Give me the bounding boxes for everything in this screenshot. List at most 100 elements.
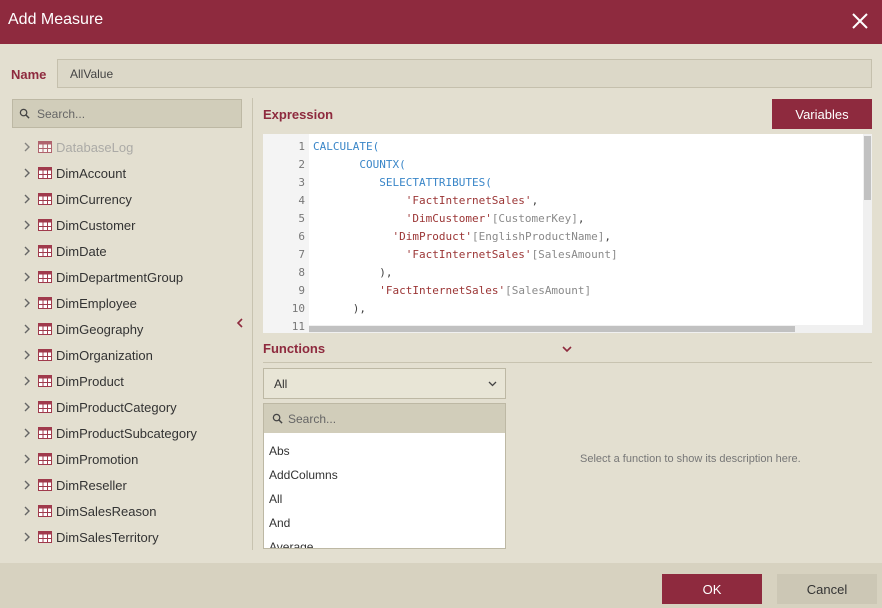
- chevron-right-icon[interactable]: [20, 368, 34, 394]
- code-token: ,: [577, 212, 585, 225]
- code-token: 'DimProduct': [392, 230, 472, 243]
- function-search-box[interactable]: [264, 404, 505, 433]
- tree-item-label: DimProduct: [56, 373, 124, 389]
- ok-button[interactable]: OK: [662, 574, 762, 604]
- tree-item[interactable]: DimReseller: [20, 472, 248, 498]
- dropdown-arrow-icon: [488, 381, 497, 387]
- table-search-input[interactable]: [37, 100, 237, 127]
- tree-item[interactable]: DimPromotion: [20, 446, 248, 472]
- tree-item[interactable]: DimCustomer: [20, 212, 248, 238]
- function-category-value: All: [274, 377, 288, 391]
- code-text: 'FactInternetSales'[SalesAmount]: [313, 282, 591, 300]
- chevron-right-icon[interactable]: [20, 420, 34, 446]
- functions-divider: [263, 362, 872, 363]
- code-text: 'FactInternetSales',: [313, 192, 538, 210]
- chevron-right-icon[interactable]: [20, 394, 34, 420]
- tree-item[interactable]: DimGeography: [20, 316, 248, 342]
- tree-item[interactable]: DimProductCategory: [20, 394, 248, 420]
- code-text: COUNTX(: [313, 156, 405, 174]
- close-icon[interactable]: [848, 9, 872, 33]
- code-token: COUNTX: [359, 158, 400, 171]
- tree-item-label: DimPromotion: [56, 451, 139, 467]
- code-text: ),: [313, 264, 392, 282]
- code-text: 'DimCustomer'[CustomerKey],: [313, 210, 585, 228]
- tree-item[interactable]: DimAccount: [20, 160, 248, 186]
- table-search-box[interactable]: [12, 99, 242, 128]
- code-line: 5 'DimCustomer'[CustomerKey],: [263, 210, 863, 228]
- variables-button[interactable]: Variables: [772, 99, 872, 129]
- tree-item[interactable]: DimDepartmentGroup: [20, 264, 248, 290]
- panel-divider: [252, 98, 253, 550]
- code-token: 'FactInternetSales': [405, 248, 532, 261]
- line-number: 2: [298, 158, 305, 171]
- expression-editor[interactable]: 1 CALCULATE(2 COUNTX(3 SELECTATTRIBUTES(4…: [263, 134, 872, 333]
- code-token: ,: [531, 194, 539, 207]
- cancel-button[interactable]: Cancel: [777, 574, 877, 604]
- code-line: 7 'FactInternetSales'[SalesAmount]: [263, 246, 863, 264]
- chevron-left-icon[interactable]: [234, 316, 246, 330]
- line-number: 11: [291, 320, 305, 333]
- function-item[interactable]: Abs: [264, 439, 505, 463]
- table-icon: [38, 141, 52, 153]
- dialog-title-bar: Add Measure: [0, 0, 882, 44]
- tree-item[interactable]: DimSalesTerritory: [20, 524, 248, 550]
- function-search-input[interactable]: [288, 404, 498, 433]
- chevron-right-icon[interactable]: [20, 342, 34, 368]
- chevron-down-icon[interactable]: [561, 344, 573, 354]
- tree-item[interactable]: DimCurrency: [20, 186, 248, 212]
- code-token: ),: [352, 302, 366, 315]
- code-token: ),: [379, 266, 393, 279]
- function-item[interactable]: Average: [264, 535, 505, 548]
- chevron-right-icon[interactable]: [20, 238, 34, 264]
- tree-item[interactable]: DatabaseLog: [20, 134, 248, 160]
- chevron-right-icon[interactable]: [20, 160, 34, 186]
- code-line: 10 ),: [263, 300, 863, 318]
- line-number: 3: [298, 176, 305, 189]
- line-number: 8: [298, 266, 305, 279]
- function-item[interactable]: And: [264, 511, 505, 535]
- vertical-scrollbar-thumb[interactable]: [864, 136, 871, 200]
- code-token: 'DimCustomer': [405, 212, 492, 225]
- function-category-select[interactable]: All: [263, 368, 506, 399]
- line-number: 4: [298, 194, 305, 207]
- tree-item-label: DimEmployee: [56, 295, 137, 311]
- function-item[interactable]: All: [264, 487, 505, 511]
- table-icon: [38, 505, 52, 517]
- tree-item[interactable]: DimDate: [20, 238, 248, 264]
- chevron-right-icon[interactable]: [20, 212, 34, 238]
- chevron-right-icon[interactable]: [20, 264, 34, 290]
- chevron-right-icon[interactable]: [20, 472, 34, 498]
- chevron-right-icon[interactable]: [20, 290, 34, 316]
- table-icon: [38, 271, 52, 283]
- chevron-right-icon[interactable]: [20, 316, 34, 342]
- tree-item-label: DimOrganization: [56, 347, 153, 363]
- functions-label: Functions: [263, 341, 326, 356]
- function-item[interactable]: AddColumns: [264, 463, 505, 487]
- tree-item[interactable]: DimProduct: [20, 368, 248, 394]
- code-token: [SalesAmount]: [505, 284, 592, 297]
- tree-item[interactable]: DimEmployee: [20, 290, 248, 316]
- code-text: 'DimProduct'[EnglishProductName],: [313, 228, 611, 246]
- tree-item-label: DimAccount: [56, 165, 127, 181]
- search-icon: [19, 108, 30, 119]
- name-input[interactable]: [57, 59, 872, 88]
- code-line: 3 SELECTATTRIBUTES(: [263, 174, 863, 192]
- table-icon: [38, 245, 52, 257]
- tree-item-label: DimProductCategory: [56, 399, 177, 415]
- chevron-right-icon[interactable]: [20, 186, 34, 212]
- chevron-right-icon[interactable]: [20, 134, 34, 160]
- table-icon: [38, 323, 52, 335]
- vertical-scrollbar[interactable]: [863, 134, 872, 333]
- chevron-right-icon[interactable]: [20, 498, 34, 524]
- line-number: 5: [298, 212, 305, 225]
- chevron-right-icon[interactable]: [20, 524, 34, 550]
- tree-item[interactable]: DimSalesReason: [20, 498, 248, 524]
- code-line: 9 'FactInternetSales'[SalesAmount]: [263, 282, 863, 300]
- chevron-right-icon[interactable]: [20, 446, 34, 472]
- tree-item[interactable]: DimProductSubcategory: [20, 420, 248, 446]
- tree-item[interactable]: DimOrganization: [20, 342, 248, 368]
- tree-item-label: DimDate: [56, 243, 107, 259]
